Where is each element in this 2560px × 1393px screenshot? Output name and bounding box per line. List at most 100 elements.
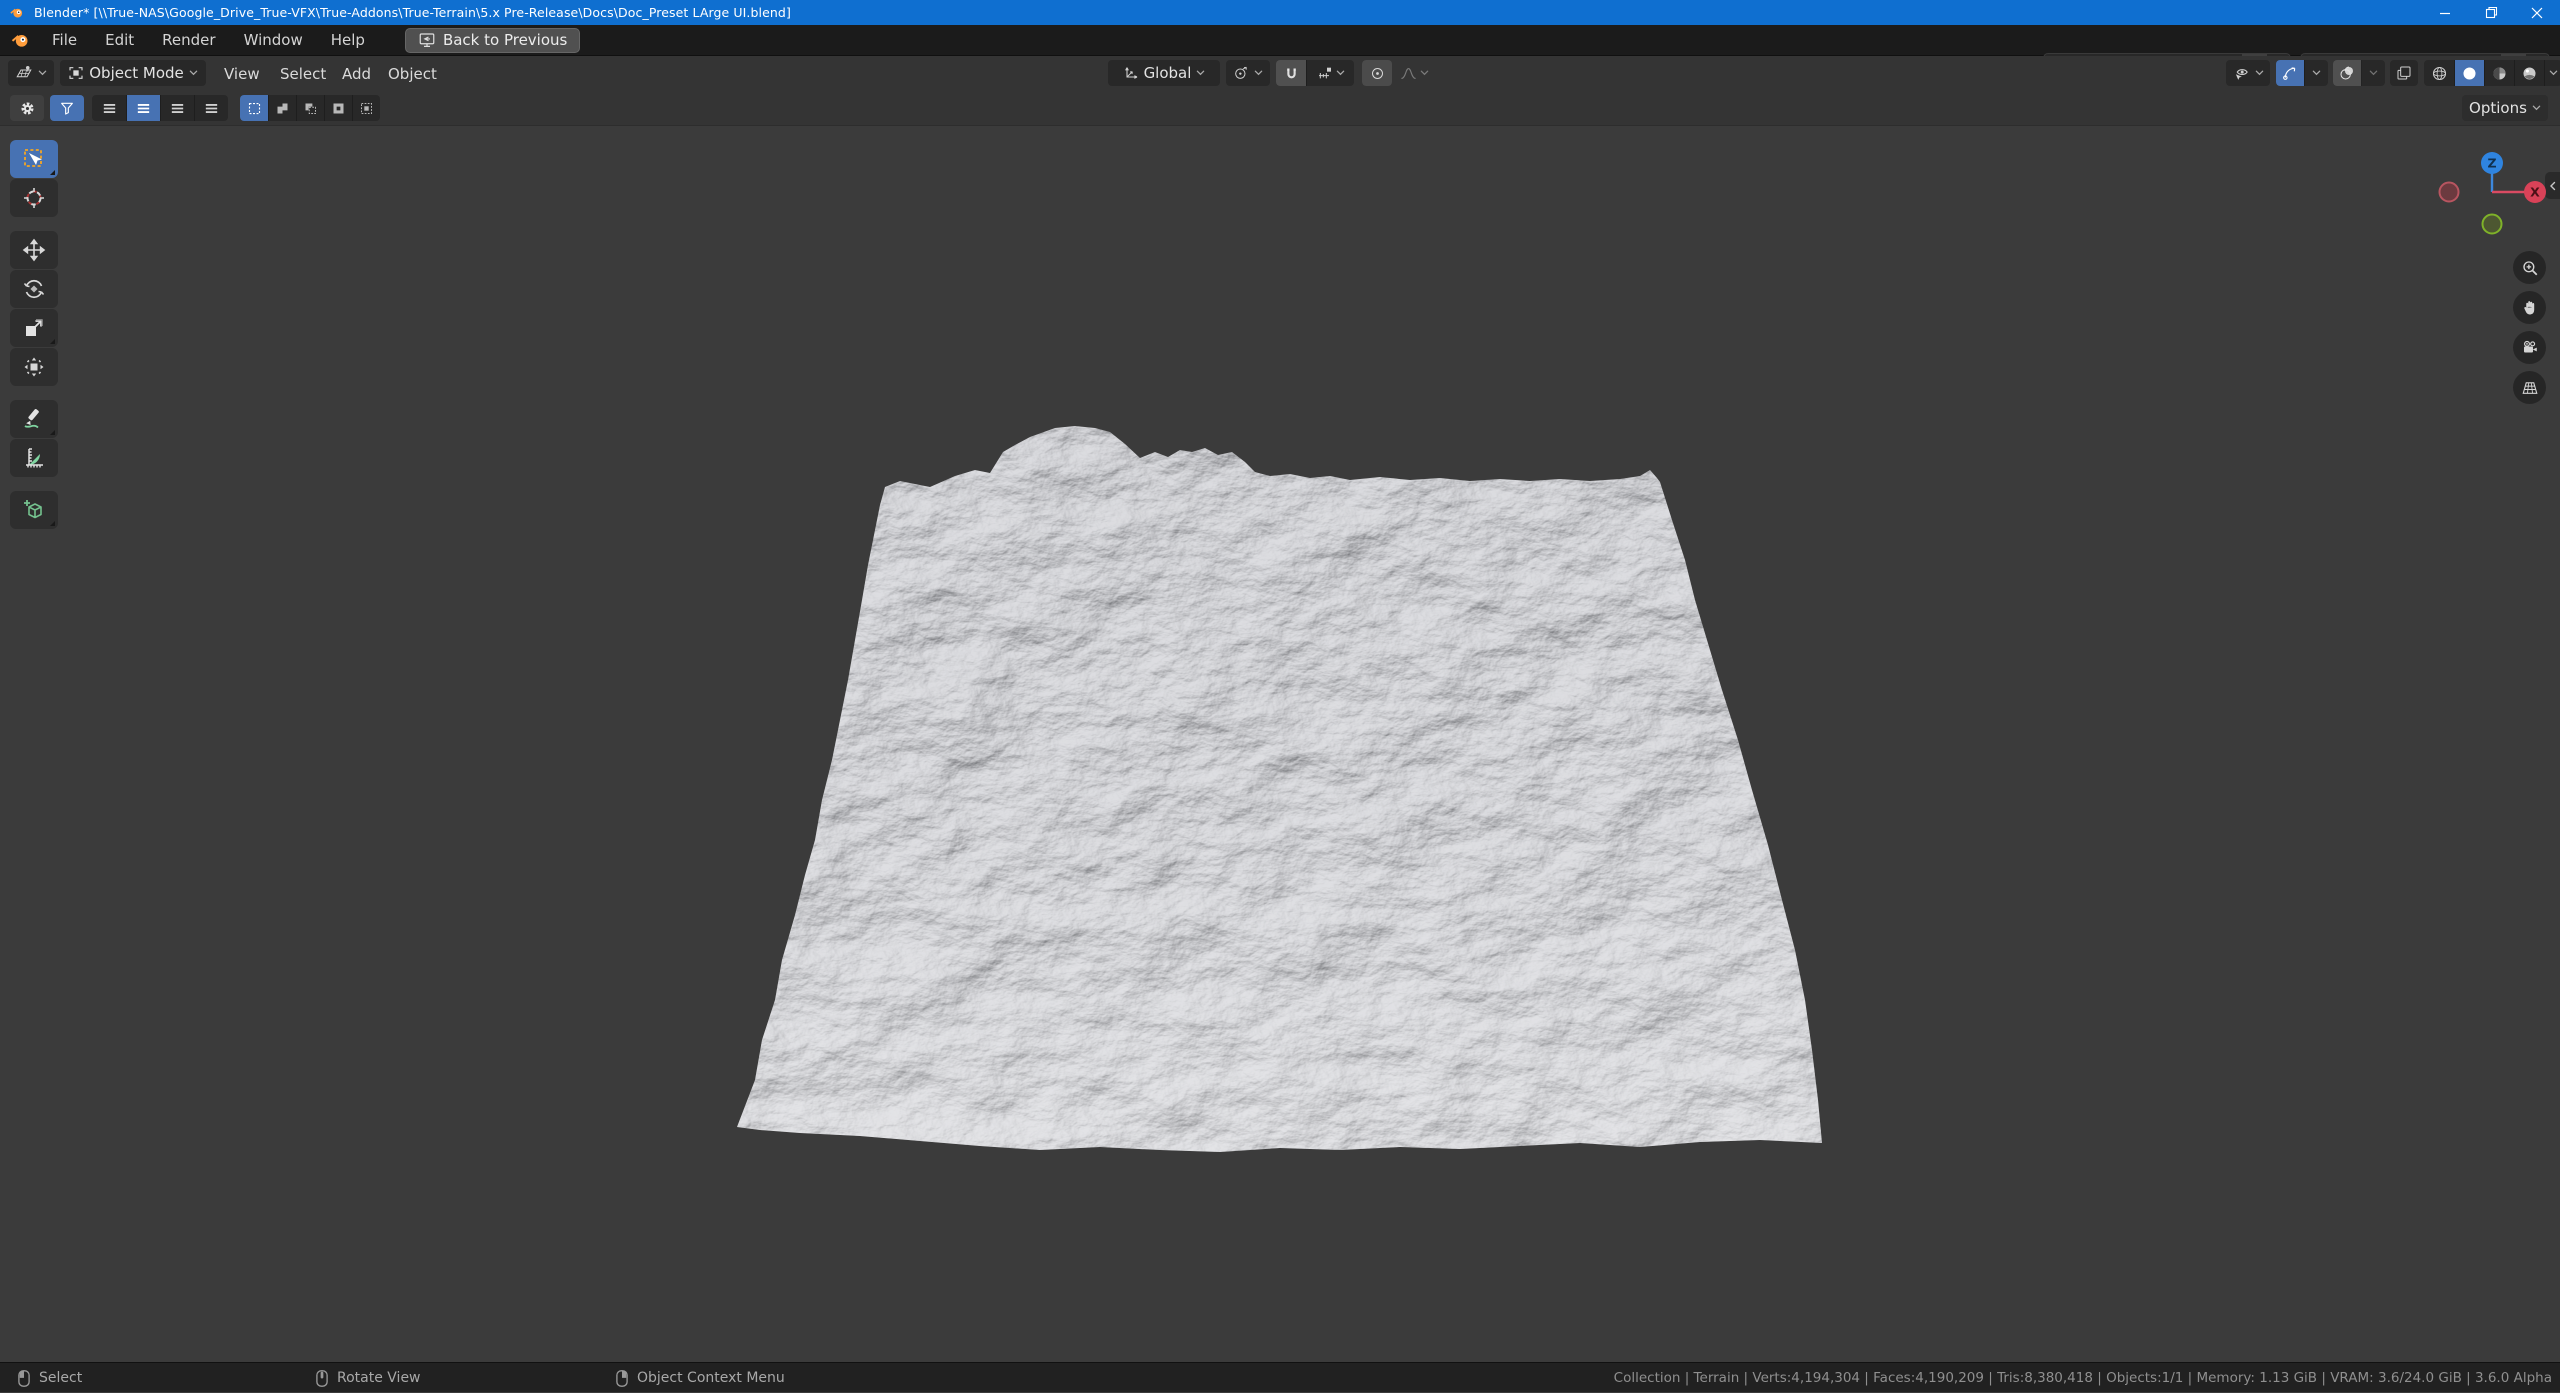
transform-icon: [22, 355, 46, 379]
shading-wireframe-button[interactable]: [2424, 60, 2454, 86]
menu-view[interactable]: View: [216, 56, 268, 91]
terrain-mesh-canvas[interactable]: [0, 126, 2560, 1362]
overlays-dropdown-button[interactable]: [2361, 60, 2385, 86]
shading-material-button[interactable]: [2484, 60, 2514, 86]
menu-object[interactable]: Object: [380, 56, 445, 91]
options-dropdown[interactable]: Options: [2462, 95, 2548, 121]
back-to-previous-button[interactable]: Back to Previous: [405, 28, 580, 53]
display-mode-2-button[interactable]: [126, 95, 160, 121]
camera-view-button[interactable]: [2513, 331, 2546, 364]
select-mode-set-button[interactable]: [240, 95, 268, 121]
tool-measure[interactable]: [10, 439, 58, 477]
select-mode-subtract-button[interactable]: [296, 95, 324, 121]
hand-icon: [2521, 299, 2539, 317]
select-intersect-icon: [359, 101, 374, 116]
select-extend-icon: [275, 101, 290, 116]
lines-icon: [203, 100, 220, 117]
gizmos-toggle-button[interactable]: [2276, 60, 2304, 86]
blender-menu-icon[interactable]: [10, 30, 30, 50]
tool-settings-bar: Options: [0, 91, 2560, 126]
tool-select-box[interactable]: [10, 140, 58, 178]
statusbar: Select Rotate View Object Context Menu C…: [0, 1362, 2560, 1392]
tool-rotate[interactable]: [10, 270, 58, 308]
rendered-sphere-icon: [2521, 65, 2538, 82]
display-mode-3-button[interactable]: [160, 95, 194, 121]
shading-rendered-button[interactable]: [2514, 60, 2544, 86]
filter-toggle-button[interactable]: [50, 95, 84, 121]
menu-window[interactable]: Window: [230, 25, 317, 56]
xray-toggle-button[interactable]: [2390, 60, 2418, 86]
pan-view-button[interactable]: [2513, 291, 2546, 324]
gear-icon: [19, 100, 36, 117]
gizmo-axis-x-negative[interactable]: [2440, 183, 2459, 202]
pivot-point-selector[interactable]: [1226, 60, 1270, 86]
keymap-rotate-view-label: Rotate View: [337, 1370, 421, 1386]
chevron-down-icon: [189, 70, 198, 76]
tool-settings-gear-button[interactable]: [10, 95, 44, 121]
display-mode-4-button[interactable]: [194, 95, 228, 121]
mode-selector[interactable]: Object Mode: [60, 60, 206, 86]
gizmo-axis-y-negative[interactable]: [2483, 215, 2502, 234]
menu-edit[interactable]: Edit: [91, 25, 148, 56]
menu-add[interactable]: Add: [334, 56, 379, 91]
funnel-icon: [59, 100, 75, 116]
menu-file[interactable]: File: [38, 25, 91, 56]
options-label: Options: [2469, 99, 2527, 117]
navigation-gizmo[interactable]: Z X: [2430, 145, 2555, 240]
tool-transform[interactable]: [10, 348, 58, 386]
mouse-middle-icon: [316, 1370, 328, 1387]
back-to-previous-label: Back to Previous: [443, 31, 567, 49]
annotate-pen-icon: [22, 407, 46, 431]
menu-select[interactable]: Select: [272, 56, 334, 91]
xray-icon: [2396, 65, 2412, 81]
viewport-3d[interactable]: Z X: [0, 126, 2560, 1362]
restore-button[interactable]: [2468, 0, 2514, 25]
menu-render[interactable]: Render: [148, 25, 229, 56]
gizmo-z-label: Z: [2487, 156, 2496, 171]
select-mode-extend-button[interactable]: [268, 95, 296, 121]
overlays-icon: [2339, 65, 2355, 81]
transform-orientation-selector[interactable]: Global: [1108, 60, 1220, 86]
select-mode-intersect-button[interactable]: [352, 95, 380, 121]
shading-dropdown-button[interactable]: [2544, 60, 2560, 86]
chevron-down-icon: [2255, 70, 2264, 76]
wireframe-sphere-icon: [2431, 65, 2448, 82]
tool-scale[interactable]: [10, 309, 58, 347]
tool-cursor[interactable]: [10, 179, 58, 217]
minimize-button[interactable]: [2422, 0, 2468, 25]
object-mode-icon: [68, 65, 84, 81]
display-mode-1-button[interactable]: [92, 95, 126, 121]
editor-type-button[interactable]: [8, 60, 54, 86]
snap-toggle-button[interactable]: [1276, 60, 1306, 86]
topbar: File Edit Render Window Help Back to Pre…: [0, 25, 2560, 56]
shading-solid-button[interactable]: [2454, 60, 2484, 86]
mouse-right-icon: [616, 1370, 628, 1387]
proportional-edit-toggle[interactable]: [1362, 60, 1392, 86]
zoom-view-button[interactable]: [2513, 251, 2546, 284]
zoom-in-icon: [2521, 259, 2539, 277]
menu-help[interactable]: Help: [317, 25, 379, 56]
perspective-toggle-button[interactable]: [2513, 371, 2546, 404]
object-visibility-button[interactable]: [2226, 60, 2270, 86]
gizmos-dropdown-button[interactable]: [2304, 60, 2328, 86]
snap-settings-button[interactable]: [1306, 60, 1354, 86]
tool-add-cube[interactable]: [10, 491, 58, 529]
select-mode-invert-button[interactable]: [324, 95, 352, 121]
tool-move[interactable]: [10, 231, 58, 269]
overlays-toggle-button[interactable]: [2333, 60, 2361, 86]
chevron-down-icon: [38, 70, 47, 76]
terrain-mesh[interactable]: [737, 426, 1822, 1152]
window-titlebar: Blender* [\\True-NAS\Google_Drive_True-V…: [0, 0, 2560, 25]
orientation-label: Global: [1144, 64, 1192, 82]
tool-annotate[interactable]: [10, 400, 58, 438]
add-cube-icon: [22, 498, 46, 522]
keymap-rotate-view: Rotate View: [316, 1363, 421, 1393]
proportional-falloff-button[interactable]: [1392, 60, 1436, 86]
keymap-select-label: Select: [39, 1370, 82, 1386]
eye-cursor-icon: [2233, 65, 2250, 82]
select-set-icon: [247, 101, 262, 116]
pivot-point-icon: [1233, 65, 1249, 81]
editor-3d-viewport-icon: [15, 64, 33, 82]
material-sphere-icon: [2491, 65, 2508, 82]
close-button[interactable]: [2514, 0, 2560, 25]
